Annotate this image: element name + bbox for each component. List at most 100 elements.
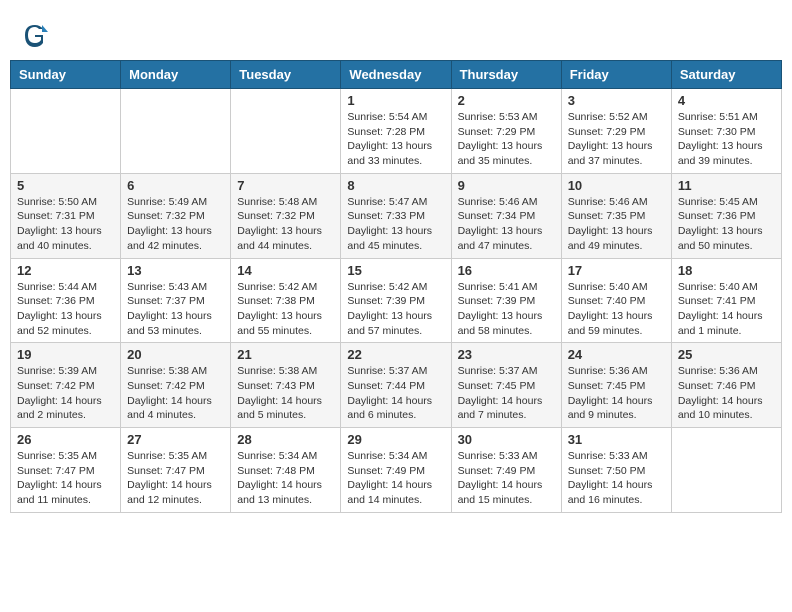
day-number: 13 xyxy=(127,263,224,278)
day-info: Sunrise: 5:34 AMSunset: 7:49 PMDaylight:… xyxy=(347,449,444,508)
weekday-header-thursday: Thursday xyxy=(451,61,561,89)
day-cell: 27 Sunrise: 5:35 AMSunset: 7:47 PMDayligh… xyxy=(121,428,231,513)
day-cell: 21 Sunrise: 5:38 AMSunset: 7:43 PMDayligh… xyxy=(231,343,341,428)
day-info: Sunrise: 5:40 AMSunset: 7:40 PMDaylight:… xyxy=(568,280,665,339)
page-header xyxy=(10,10,782,55)
day-cell xyxy=(121,89,231,174)
day-cell: 24Sunrise: 5:36 AMSunset: 7:45 PMDayligh… xyxy=(561,343,671,428)
day-number: 23 xyxy=(458,347,555,362)
day-info: Sunrise: 5:34 AMSunset: 7:48 PMDaylight:… xyxy=(237,449,334,508)
day-info: Sunrise: 5:42 AMSunset: 7:39 PMDaylight:… xyxy=(347,280,444,339)
day-info: Sunrise: 5:38 AMSunset: 7:43 PMDaylight:… xyxy=(237,364,334,423)
day-info: Sunrise: 5:48 AMSunset: 7:32 PMDaylight:… xyxy=(237,195,334,254)
day-number: 22 xyxy=(347,347,444,362)
day-cell: 23 Sunrise: 5:37 AMSunset: 7:45 PMDayligh… xyxy=(451,343,561,428)
day-info: Sunrise: 5:33 AMSunset: 7:50 PMDaylight:… xyxy=(568,449,665,508)
day-info: Sunrise: 5:43 AMSunset: 7:37 PMDaylight:… xyxy=(127,280,224,339)
day-info: Sunrise: 5:38 AMSunset: 7:42 PMDaylight:… xyxy=(127,364,224,423)
day-info: Sunrise: 5:51 AMSunset: 7:30 PMDaylight:… xyxy=(678,110,775,169)
week-row-5: 26 Sunrise: 5:35 AMSunset: 7:47 PMDayligh… xyxy=(11,428,782,513)
day-number: 27 xyxy=(127,432,224,447)
day-cell: 2 Sunrise: 5:53 AMSunset: 7:29 PMDaylight… xyxy=(451,89,561,174)
weekday-header-friday: Friday xyxy=(561,61,671,89)
day-number: 15 xyxy=(347,263,444,278)
day-cell: 16 Sunrise: 5:41 AMSunset: 7:39 PMDayligh… xyxy=(451,258,561,343)
day-number: 25 xyxy=(678,347,775,362)
day-info: Sunrise: 5:46 AMSunset: 7:35 PMDaylight:… xyxy=(568,195,665,254)
day-cell: 11 Sunrise: 5:45 AMSunset: 7:36 PMDayligh… xyxy=(671,173,781,258)
day-cell: 17Sunrise: 5:40 AMSunset: 7:40 PMDayligh… xyxy=(561,258,671,343)
day-cell: 5 Sunrise: 5:50 AMSunset: 7:31 PMDaylight… xyxy=(11,173,121,258)
day-number: 18 xyxy=(678,263,775,278)
day-number: 14 xyxy=(237,263,334,278)
day-number: 10 xyxy=(568,178,665,193)
day-number: 2 xyxy=(458,93,555,108)
logo xyxy=(20,20,54,50)
day-cell: 22 Sunrise: 5:37 AMSunset: 7:44 PMDayligh… xyxy=(341,343,451,428)
day-info: Sunrise: 5:41 AMSunset: 7:39 PMDaylight:… xyxy=(458,280,555,339)
week-row-3: 12Sunrise: 5:44 AMSunset: 7:36 PMDayligh… xyxy=(11,258,782,343)
day-info: Sunrise: 5:40 AMSunset: 7:41 PMDaylight:… xyxy=(678,280,775,339)
week-row-2: 5 Sunrise: 5:50 AMSunset: 7:31 PMDaylight… xyxy=(11,173,782,258)
day-cell: 6 Sunrise: 5:49 AMSunset: 7:32 PMDaylight… xyxy=(121,173,231,258)
day-number: 4 xyxy=(678,93,775,108)
day-cell: 10 Sunrise: 5:46 AMSunset: 7:35 PMDayligh… xyxy=(561,173,671,258)
day-number: 21 xyxy=(237,347,334,362)
day-number: 30 xyxy=(458,432,555,447)
day-cell: 28 Sunrise: 5:34 AMSunset: 7:48 PMDayligh… xyxy=(231,428,341,513)
day-number: 9 xyxy=(458,178,555,193)
day-number: 29 xyxy=(347,432,444,447)
day-number: 31 xyxy=(568,432,665,447)
day-cell: 9 Sunrise: 5:46 AMSunset: 7:34 PMDaylight… xyxy=(451,173,561,258)
day-number: 20 xyxy=(127,347,224,362)
day-cell xyxy=(11,89,121,174)
day-cell: 15 Sunrise: 5:42 AMSunset: 7:39 PMDayligh… xyxy=(341,258,451,343)
day-cell: 31 Sunrise: 5:33 AMSunset: 7:50 PMDayligh… xyxy=(561,428,671,513)
day-info: Sunrise: 5:47 AMSunset: 7:33 PMDaylight:… xyxy=(347,195,444,254)
day-info: Sunrise: 5:49 AMSunset: 7:32 PMDaylight:… xyxy=(127,195,224,254)
day-info: Sunrise: 5:54 AMSunset: 7:28 PMDaylight:… xyxy=(347,110,444,169)
day-info: Sunrise: 5:35 AMSunset: 7:47 PMDaylight:… xyxy=(127,449,224,508)
weekday-header-saturday: Saturday xyxy=(671,61,781,89)
weekday-header-sunday: Sunday xyxy=(11,61,121,89)
day-info: Sunrise: 5:36 AMSunset: 7:46 PMDaylight:… xyxy=(678,364,775,423)
day-number: 5 xyxy=(17,178,114,193)
day-number: 28 xyxy=(237,432,334,447)
day-number: 11 xyxy=(678,178,775,193)
day-cell: 20 Sunrise: 5:38 AMSunset: 7:42 PMDayligh… xyxy=(121,343,231,428)
day-cell: 8 Sunrise: 5:47 AMSunset: 7:33 PMDaylight… xyxy=(341,173,451,258)
day-info: Sunrise: 5:39 AMSunset: 7:42 PMDaylight:… xyxy=(17,364,114,423)
day-cell: 18 Sunrise: 5:40 AMSunset: 7:41 PMDayligh… xyxy=(671,258,781,343)
day-info: Sunrise: 5:33 AMSunset: 7:49 PMDaylight:… xyxy=(458,449,555,508)
weekday-header-wednesday: Wednesday xyxy=(341,61,451,89)
day-info: Sunrise: 5:45 AMSunset: 7:36 PMDaylight:… xyxy=(678,195,775,254)
day-info: Sunrise: 5:46 AMSunset: 7:34 PMDaylight:… xyxy=(458,195,555,254)
day-number: 3 xyxy=(568,93,665,108)
day-info: Sunrise: 5:53 AMSunset: 7:29 PMDaylight:… xyxy=(458,110,555,169)
day-cell: 12Sunrise: 5:44 AMSunset: 7:36 PMDayligh… xyxy=(11,258,121,343)
day-info: Sunrise: 5:36 AMSunset: 7:45 PMDaylight:… xyxy=(568,364,665,423)
day-number: 19 xyxy=(17,347,114,362)
logo-icon xyxy=(20,20,50,50)
day-number: 8 xyxy=(347,178,444,193)
week-row-4: 19 Sunrise: 5:39 AMSunset: 7:42 PMDayligh… xyxy=(11,343,782,428)
day-number: 7 xyxy=(237,178,334,193)
day-info: Sunrise: 5:35 AMSunset: 7:47 PMDaylight:… xyxy=(17,449,114,508)
day-cell: 26 Sunrise: 5:35 AMSunset: 7:47 PMDayligh… xyxy=(11,428,121,513)
day-number: 26 xyxy=(17,432,114,447)
day-info: Sunrise: 5:50 AMSunset: 7:31 PMDaylight:… xyxy=(17,195,114,254)
day-info: Sunrise: 5:44 AMSunset: 7:36 PMDaylight:… xyxy=(17,280,114,339)
day-info: Sunrise: 5:37 AMSunset: 7:44 PMDaylight:… xyxy=(347,364,444,423)
day-cell: 14Sunrise: 5:42 AMSunset: 7:38 PMDayligh… xyxy=(231,258,341,343)
day-cell: 13 Sunrise: 5:43 AMSunset: 7:37 PMDayligh… xyxy=(121,258,231,343)
day-cell: 1Sunrise: 5:54 AMSunset: 7:28 PMDaylight… xyxy=(341,89,451,174)
day-cell: 30 Sunrise: 5:33 AMSunset: 7:49 PMDayligh… xyxy=(451,428,561,513)
day-number: 6 xyxy=(127,178,224,193)
day-cell: 29 Sunrise: 5:34 AMSunset: 7:49 PMDayligh… xyxy=(341,428,451,513)
day-cell: 7 Sunrise: 5:48 AMSunset: 7:32 PMDaylight… xyxy=(231,173,341,258)
weekday-header-row: SundayMondayTuesdayWednesdayThursdayFrid… xyxy=(11,61,782,89)
day-number: 16 xyxy=(458,263,555,278)
weekday-header-tuesday: Tuesday xyxy=(231,61,341,89)
day-info: Sunrise: 5:37 AMSunset: 7:45 PMDaylight:… xyxy=(458,364,555,423)
day-cell: 19 Sunrise: 5:39 AMSunset: 7:42 PMDayligh… xyxy=(11,343,121,428)
